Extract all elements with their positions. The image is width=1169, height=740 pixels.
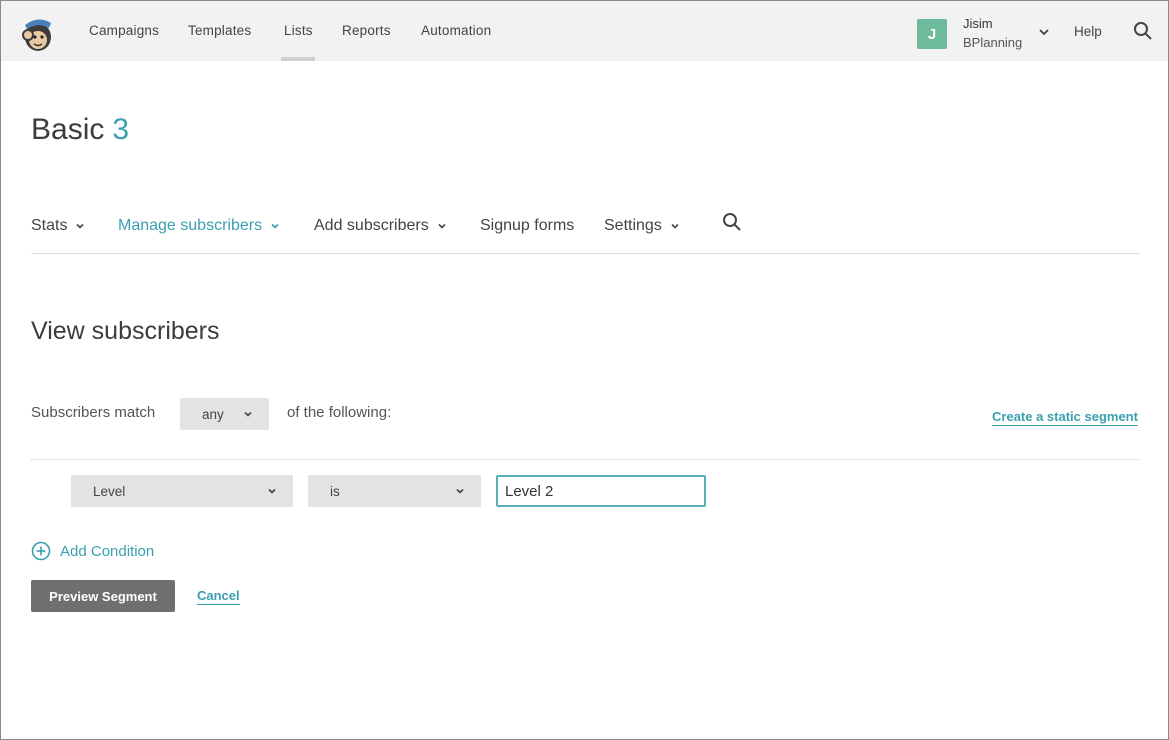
help-link[interactable]: Help — [1074, 24, 1102, 39]
mailchimp-logo-icon[interactable] — [19, 13, 57, 53]
top-navigation-bar: Campaigns Templates Lists Reports Automa… — [1, 1, 1168, 61]
chevron-down-icon — [268, 488, 276, 494]
match-tail-label: of the following: — [287, 404, 392, 421]
add-circle-icon — [31, 541, 51, 561]
chevron-down-icon — [76, 223, 85, 229]
nav-reports[interactable]: Reports — [342, 23, 391, 38]
condition-field-select[interactable]: Level — [71, 475, 293, 507]
subscriber-count: 3 — [112, 113, 130, 146]
add-condition-button[interactable]: Add Condition — [31, 541, 154, 561]
condition-value-input[interactable] — [496, 475, 706, 507]
add-condition-label: Add Condition — [60, 542, 155, 560]
chevron-down-icon — [456, 488, 464, 494]
tab-manage-subscribers-label: Manage subscribers — [118, 217, 263, 234]
tab-stats[interactable]: Stats — [31, 217, 85, 235]
condition-operator-value: is — [330, 483, 340, 499]
match-label: Subscribers match — [31, 404, 156, 421]
divider — [31, 253, 1140, 254]
match-select[interactable]: any — [180, 398, 269, 430]
chevron-down-icon[interactable] — [1037, 25, 1051, 39]
tab-signup-forms[interactable]: Signup forms — [480, 217, 574, 235]
search-icon[interactable] — [722, 212, 742, 232]
nav-active-indicator — [281, 57, 315, 61]
condition-field-value: Level — [93, 483, 126, 499]
tab-settings-label: Settings — [604, 217, 662, 234]
nav-lists[interactable]: Lists — [284, 23, 313, 38]
nav-templates[interactable]: Templates — [188, 23, 251, 38]
preview-segment-button[interactable]: Preview Segment — [31, 580, 175, 612]
chevron-down-icon — [271, 223, 279, 229]
condition-operator-select[interactable]: is — [308, 475, 481, 507]
create-static-segment-link[interactable]: Create a static segment — [992, 409, 1138, 426]
tab-settings[interactable]: Settings — [604, 217, 680, 235]
section-title: View subscribers — [31, 317, 220, 345]
search-icon[interactable] — [1133, 21, 1153, 41]
tab-add-subscribers-label: Add subscribers — [314, 217, 429, 234]
chevron-down-icon — [671, 223, 679, 229]
chevron-down-icon — [244, 411, 252, 417]
page-title: Basic 3 — [31, 113, 129, 147]
tab-manage-subscribers[interactable]: Manage subscribers — [118, 217, 280, 235]
nav-campaigns[interactable]: Campaigns — [89, 23, 159, 38]
tab-signup-forms-label: Signup forms — [480, 217, 575, 234]
divider — [31, 459, 1140, 460]
list-name: Basic — [31, 113, 105, 146]
nav-automation[interactable]: Automation — [421, 23, 491, 38]
account-org[interactable]: BPlanning — [963, 35, 1022, 50]
tab-add-subscribers[interactable]: Add subscribers — [314, 217, 447, 235]
match-select-value: any — [202, 406, 224, 422]
account-name[interactable]: Jisim — [963, 16, 993, 31]
avatar[interactable]: J — [917, 19, 947, 49]
cancel-link[interactable]: Cancel — [197, 588, 240, 605]
tab-stats-label: Stats — [31, 217, 68, 234]
chevron-down-icon — [438, 223, 446, 229]
